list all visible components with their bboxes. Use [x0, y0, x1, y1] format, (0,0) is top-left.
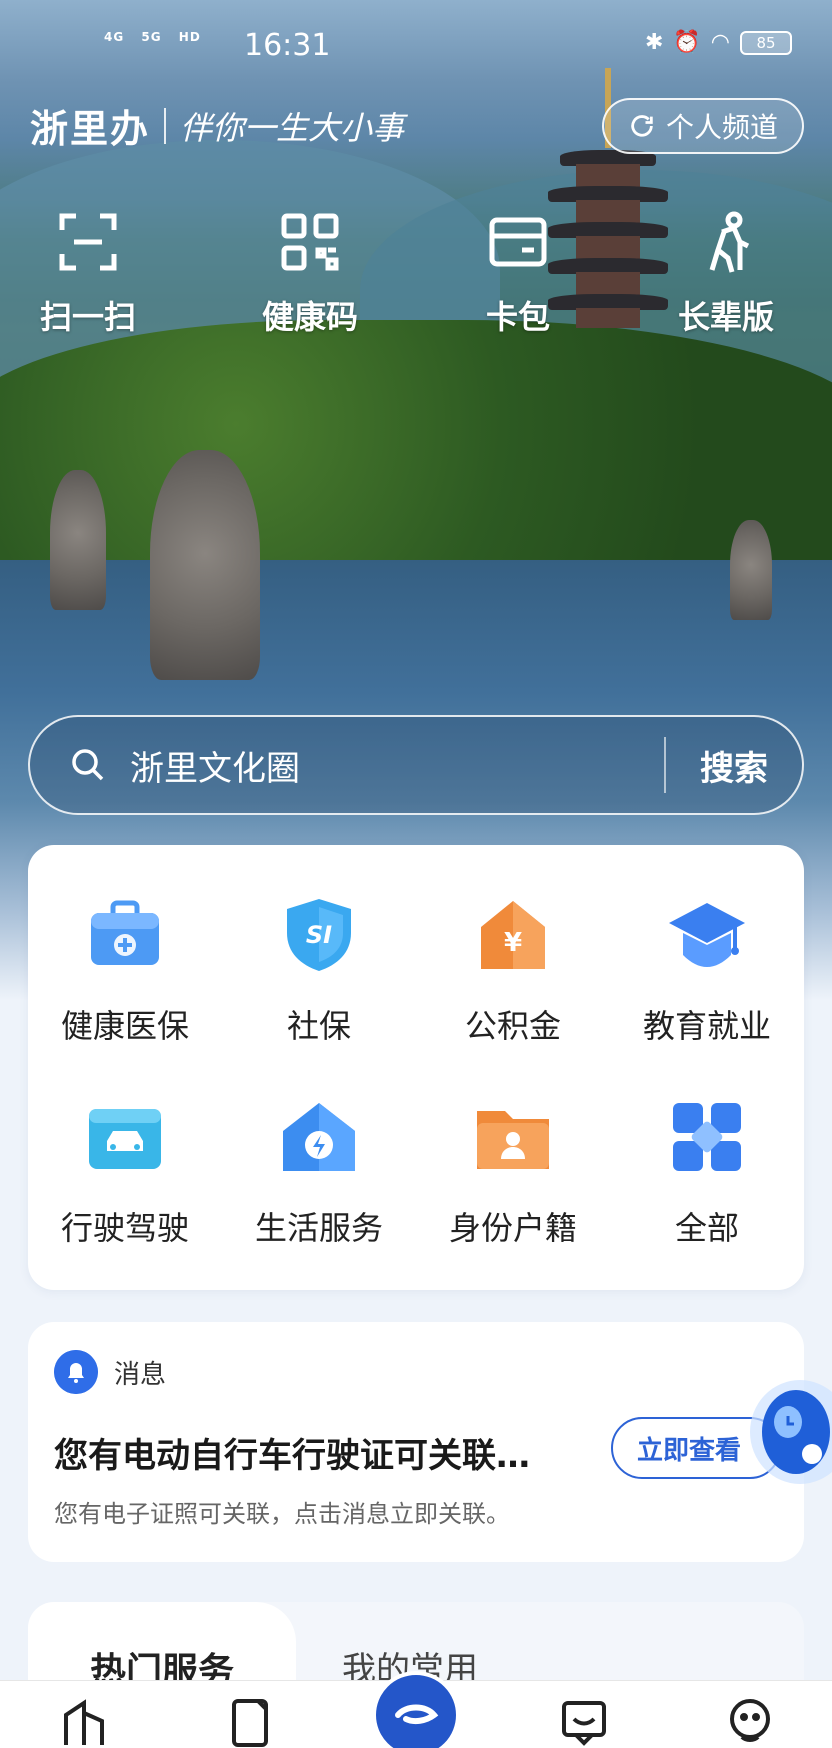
- stone-lantern: [730, 520, 772, 620]
- brand-divider: [164, 107, 167, 144]
- service-health-insurance[interactable]: 健康医保: [28, 893, 222, 1047]
- network-4g-label: 4G: [104, 30, 125, 44]
- bluetooth-icon: ✱: [644, 30, 664, 55]
- zheliban-logo-icon: [395, 1704, 439, 1725]
- home-nav-icon[interactable]: [56, 1693, 112, 1748]
- service-label: 行驶驾驶: [60, 1209, 189, 1247]
- quick-action-card-wallet[interactable]: 卡包: [448, 210, 588, 338]
- quick-action-label: 长辈版: [677, 298, 774, 336]
- service-label: 生活服务: [254, 1209, 383, 1247]
- brand-header: 浙里办 伴你一生大小事: [30, 98, 404, 153]
- quick-action-elder-mode[interactable]: 长辈版: [656, 210, 796, 338]
- quick-action-scan[interactable]: 扫一扫: [18, 210, 158, 338]
- service-label: 教育就业: [642, 1007, 771, 1045]
- id-folder-icon: [477, 1111, 549, 1169]
- personal-channel-button[interactable]: 个人频道: [602, 98, 804, 154]
- scan-icon: [59, 213, 117, 271]
- profile-nav-icon[interactable]: [722, 1693, 778, 1748]
- search-button[interactable]: 搜索: [666, 741, 802, 790]
- car-license-icon: [89, 1109, 161, 1169]
- service-identity[interactable]: 身份户籍: [416, 1095, 610, 1249]
- housing-fund-icon: ¥: [481, 901, 545, 969]
- search-bar[interactable]: 浙里文化圈 搜索: [28, 715, 804, 815]
- service-life[interactable]: 生活服务: [222, 1095, 416, 1249]
- elder-mode-icon: [709, 211, 750, 273]
- svg-text:¥: ¥: [504, 928, 522, 958]
- brand-slogan: 伴你一生大小事: [180, 108, 405, 147]
- message-tag: 消息: [114, 1359, 167, 1390]
- service-grid-card: 健康医保 SI 社保 ¥ 公积金 教育就业 行驶驾驶 生活服务 身份户籍 全部: [28, 845, 804, 1290]
- alarm-icon: ⏰: [673, 30, 701, 55]
- service-all[interactable]: 全部: [610, 1095, 804, 1249]
- quick-action-label: 健康码: [261, 298, 358, 336]
- service-social-security[interactable]: SI 社保: [222, 893, 416, 1047]
- medical-kit-icon: [91, 900, 159, 965]
- message-title: 您有电动自行车行驶证可关联…: [54, 1436, 530, 1476]
- assistant-mascot-icon[interactable]: [740, 1360, 832, 1500]
- social-security-shield-icon: SI: [287, 899, 351, 971]
- status-icons: ✱ ⏰ ◠ 85: [645, 30, 792, 55]
- service-education-employment[interactable]: 教育就业: [610, 893, 804, 1047]
- graduation-cap-icon: [669, 903, 745, 967]
- message-card[interactable]: 消息 您有电动自行车行驶证可关联… 您有电子证照可关联，点击消息立即关联。 立即…: [28, 1322, 804, 1562]
- quick-action-label: 扫一扫: [39, 298, 136, 336]
- service-driving[interactable]: 行驶驾驶: [28, 1095, 222, 1249]
- bell-icon: [54, 1350, 98, 1394]
- service-label: 身份户籍: [448, 1209, 577, 1247]
- forest-shape: [0, 320, 832, 580]
- quick-action-label: 卡包: [485, 298, 550, 336]
- hd-badge: HD: [178, 30, 201, 44]
- network-5g-label: 5G: [141, 30, 162, 44]
- stone-lantern: [150, 450, 260, 680]
- message-subtitle: 您有电子证照可关联，点击消息立即关联。: [54, 1500, 510, 1528]
- card-wallet-icon: [489, 217, 547, 267]
- quick-action-health-code[interactable]: 健康码: [240, 210, 380, 338]
- personal-channel-label: 个人频道: [665, 111, 778, 144]
- network-indicators: 4G 5G HD: [104, 30, 213, 44]
- message-nav-icon[interactable]: [556, 1693, 612, 1748]
- service-label: 公积金: [464, 1007, 561, 1045]
- zheliban-center-button[interactable]: [372, 1671, 460, 1748]
- service-label: 社保: [286, 1007, 351, 1045]
- status-time: 16:31: [244, 28, 331, 63]
- svg-text:SI: SI: [306, 921, 332, 949]
- status-bar: 4G 5G HD 16:31 ✱ ⏰ ◠ 85: [0, 24, 832, 68]
- services-nav-icon[interactable]: [222, 1693, 278, 1748]
- brand-name: 浙里办: [30, 106, 151, 151]
- service-housing-fund[interactable]: ¥ 公积金: [416, 893, 610, 1047]
- message-header: 消息: [54, 1350, 166, 1394]
- service-label: 健康医保: [60, 1007, 189, 1045]
- qr-code-icon: [281, 213, 339, 271]
- stone-lantern: [50, 470, 106, 610]
- search-icon: [72, 749, 104, 781]
- wifi-icon: ◠: [710, 30, 730, 55]
- refresh-icon: [631, 115, 653, 137]
- search-input[interactable]: 浙里文化圈: [130, 741, 664, 790]
- bottom-navigation: [0, 1671, 832, 1748]
- all-grid-icon: [673, 1103, 741, 1171]
- service-label: 全部: [674, 1209, 739, 1247]
- home-service-icon: [283, 1103, 355, 1171]
- battery-level: 85: [740, 30, 792, 55]
